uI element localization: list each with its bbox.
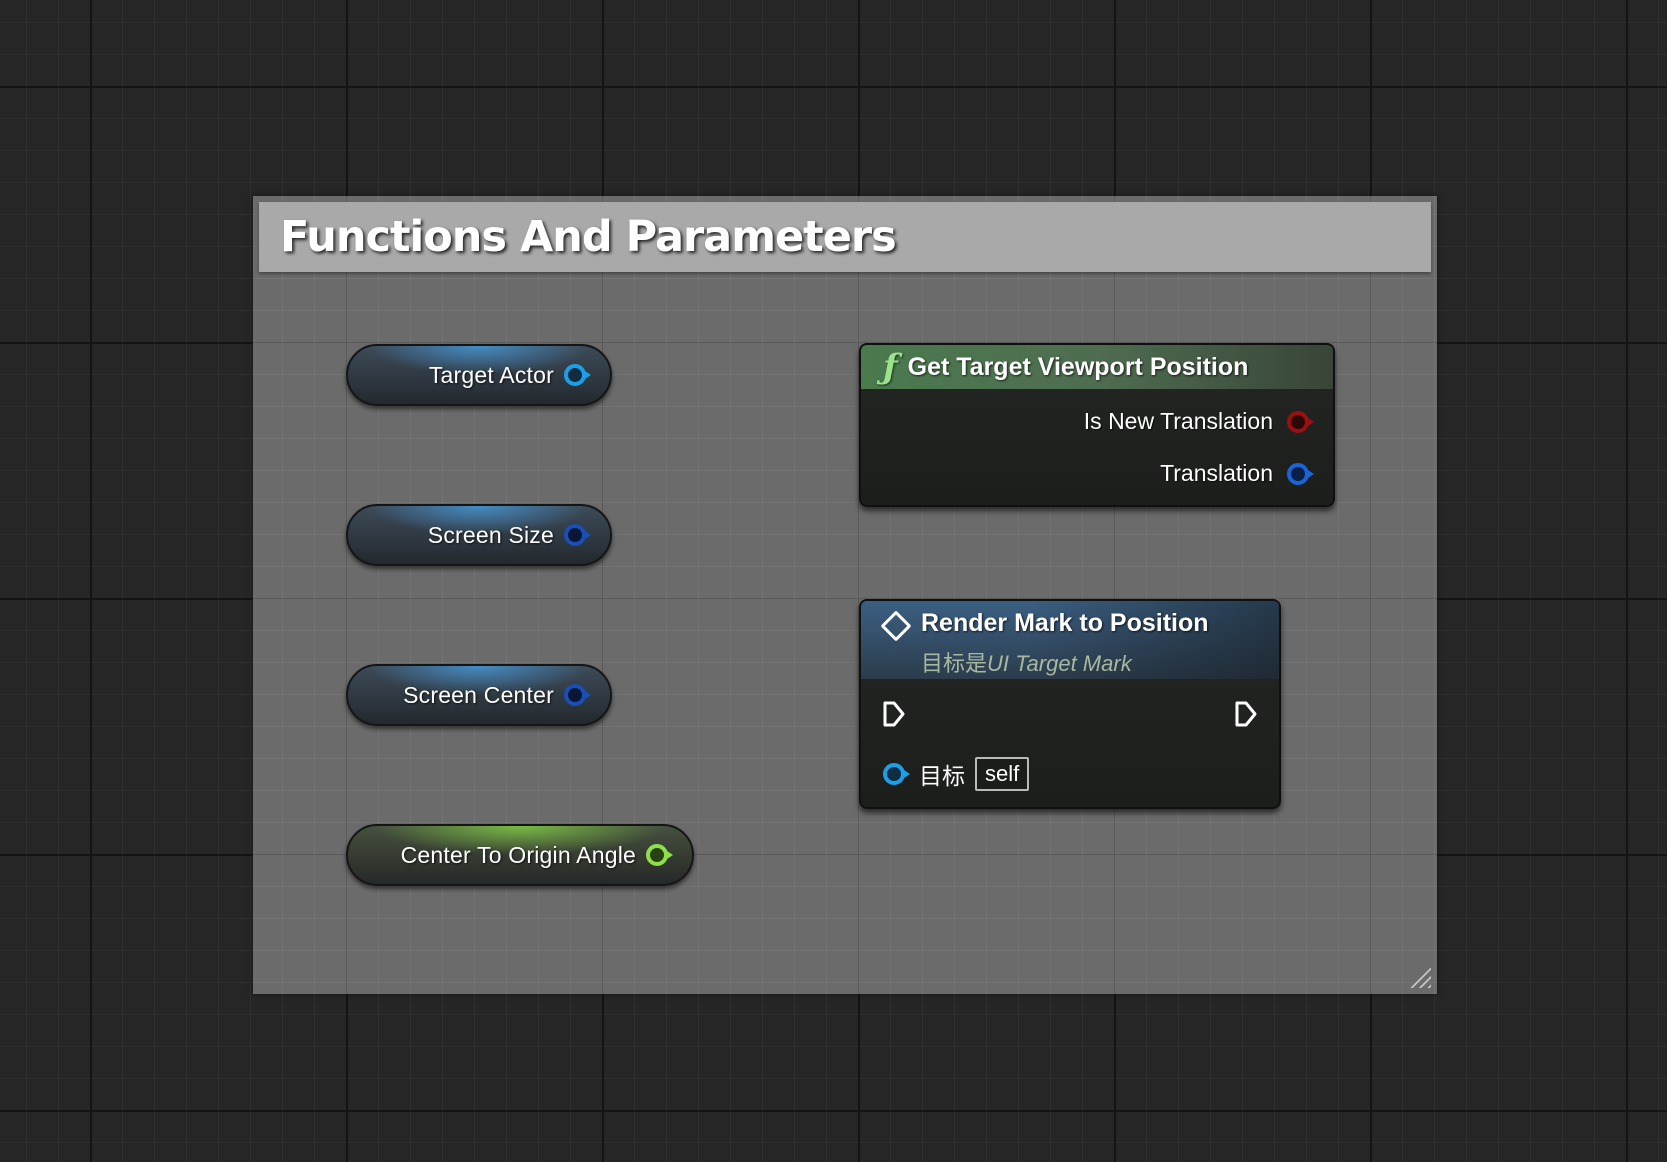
target-label: 目标 [919, 763, 965, 789]
output-row-is-new-translation: Is New Translation [1083, 408, 1314, 435]
exec-input-pin-icon[interactable] [883, 701, 905, 727]
variable-node-screen-center[interactable]: Screen Center [346, 664, 612, 726]
object-pin-icon[interactable] [564, 364, 591, 386]
resize-grip-icon[interactable] [1405, 962, 1431, 988]
function-node-title: Get Target Viewport Position [907, 352, 1249, 381]
bool-pin-icon[interactable] [1287, 410, 1314, 433]
variable-label: Target Actor [428, 361, 554, 388]
function-node-subtitle: 目标是UI Target Mark [921, 651, 1132, 676]
variable-label: Screen Center [403, 681, 554, 708]
comment-header[interactable]: Functions And Parameters [259, 202, 1431, 272]
variable-node-center-to-origin-angle[interactable]: Center To Origin Angle [346, 824, 694, 886]
output-label: Is New Translation [1083, 408, 1273, 434]
target-input-row: 目标 self [883, 757, 1030, 791]
function-node-header[interactable]: Render Mark to Position 目标是UI Target Mar… [861, 601, 1279, 679]
target-value-field[interactable]: self [975, 757, 1030, 791]
comment-title: Functions And Parameters [280, 212, 897, 262]
float-pin-icon[interactable] [646, 844, 673, 866]
variable-node-screen-size[interactable]: Screen Size [346, 504, 612, 566]
object-pin-icon[interactable] [883, 763, 910, 785]
vector-pin-icon[interactable] [564, 684, 591, 706]
function-node-render-mark-to-position[interactable]: Render Mark to Position 目标是UI Target Mar… [859, 599, 1281, 809]
function-node-title: Render Mark to Position [921, 609, 1209, 637]
exec-output-pin-icon[interactable] [1235, 701, 1257, 727]
vector-pin-icon[interactable] [564, 524, 591, 546]
function-node-header[interactable]: ƒ Get Target Viewport Position [861, 345, 1333, 389]
variable-label: Screen Size [427, 521, 554, 548]
output-row-translation: Translation [1160, 460, 1314, 487]
variable-label: Center To Origin Angle [400, 841, 636, 868]
variable-node-target-actor[interactable]: Target Actor [346, 344, 612, 406]
output-label: Translation [1160, 460, 1273, 486]
function-node-get-target-viewport-position[interactable]: ƒ Get Target Viewport Position Is New Tr… [859, 343, 1335, 507]
vector-pin-icon[interactable] [1287, 462, 1314, 485]
function-f-icon: ƒ [883, 347, 898, 387]
